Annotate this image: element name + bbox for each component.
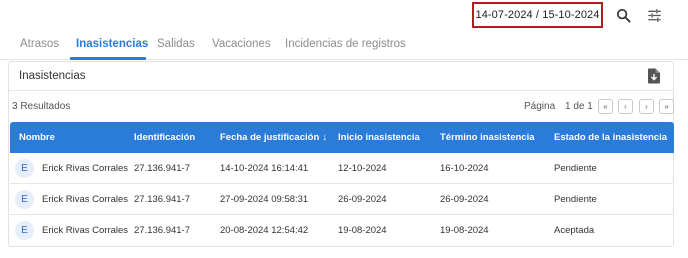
tab-inasistencias[interactable]: Inasistencias [76,38,148,50]
tab-bar: Atrasos Inasistencias Salidas Vacaciones… [0,34,688,60]
column-header-identificacion[interactable]: Identificación [134,132,195,143]
cell-name: Erick Rivas Corrales [42,225,129,236]
cell-start-date: 19-08-2024 [338,225,387,236]
cell-id: 27.136.941-7 [134,163,190,174]
cell-justified-date: 14-10-2024 16:14:41 [220,163,309,174]
column-header-nombre[interactable]: Nombre [19,132,55,143]
cell-status: Pendiente [554,194,597,205]
date-range-field[interactable]: 14-07-2024 / 15-10-2024 [472,2,603,28]
table-row[interactable]: E Erick Rivas Corrales 27.136.941-7 27-0… [10,184,674,215]
last-page-button[interactable]: » [659,99,674,114]
next-page-button[interactable]: › [639,99,654,114]
cell-name: Erick Rivas Corrales [42,163,129,174]
search-icon[interactable] [614,6,632,24]
cell-justified-date: 27-09-2024 09:58:31 [220,194,309,205]
cell-end-date: 26-09-2024 [440,194,489,205]
avatar: E [15,159,34,178]
file-download-icon[interactable] [647,68,661,84]
active-tab-indicator [70,57,146,60]
cell-status: Pendiente [554,163,597,174]
cell-justified-date: 20-08-2024 12:54:42 [220,225,309,236]
cell-status: Aceptada [554,225,595,236]
pagination-count: 1 de 1 [565,101,593,112]
avatar: E [15,221,34,240]
tab-incidencias-de-registros[interactable]: Incidencias de registros [285,38,406,50]
cell-id: 27.136.941-7 [134,225,190,236]
column-header-label: Fecha de justificación [220,132,320,143]
table-row[interactable]: E Erick Rivas Corrales 27.136.941-7 20-0… [10,215,674,246]
cell-start-date: 12-10-2024 [338,163,387,174]
cell-end-date: 19-08-2024 [440,225,489,236]
table-row[interactable]: E Erick Rivas Corrales 27.136.941-7 14-1… [10,153,674,184]
cell-start-date: 26-09-2024 [338,194,387,205]
avatar: E [15,190,34,209]
previous-page-button[interactable]: ‹ [618,99,633,114]
column-header-termino[interactable]: Término inasistencia [440,132,535,143]
tune-icon[interactable] [645,6,663,24]
column-header-estado[interactable]: Estado de la inasistencia [554,132,667,143]
cell-end-date: 16-10-2024 [440,163,489,174]
column-header-fecha-justificacion[interactable]: Fecha de justificación ↓ [220,132,327,143]
column-header-inicio[interactable]: Inicio inasistencia [338,132,420,143]
pagination-label: Página [524,101,556,112]
results-count: 3 Resultados [12,101,71,112]
cell-name: Erick Rivas Corrales [42,194,129,205]
absences-card: Inasistencias 3 Resultados Página 1 de 1… [8,61,674,247]
table-header: Nombre Identificación Fecha de justifica… [10,122,674,153]
first-page-button[interactable]: « [598,99,613,114]
date-range-value: 14-07-2024 / 15-10-2024 [475,9,600,21]
tab-salidas[interactable]: Salidas [157,38,195,50]
cell-id: 27.136.941-7 [134,194,190,205]
sort-descending-icon: ↓ [322,132,328,143]
tab-vacaciones[interactable]: Vacaciones [212,38,271,50]
card-header: Inasistencias [9,62,673,91]
tab-atrasos[interactable]: Atrasos [20,38,59,50]
card-title: Inasistencias [19,70,86,82]
